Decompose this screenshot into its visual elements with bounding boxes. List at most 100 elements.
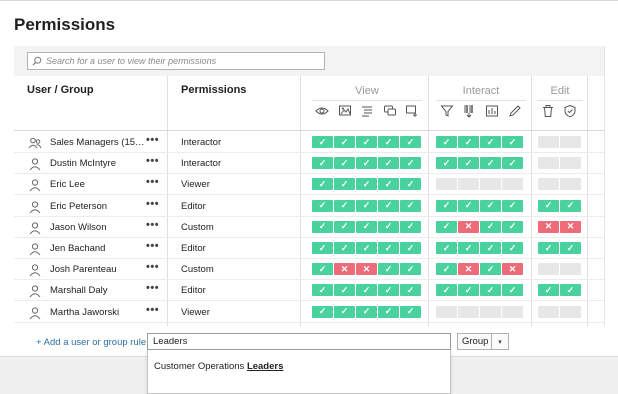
capability-cell-allow[interactable]: ✓ (312, 263, 333, 276)
capability-cell-allow[interactable]: ✓ (502, 284, 523, 297)
capability-cell-none[interactable] (458, 305, 479, 318)
role-select[interactable]: Viewer (181, 179, 210, 190)
table-row[interactable]: Jen Bachand ••• Editor ✓ ✓ ✓ ✓ ✓ ✓ ✓ ✓ ✓ ✓ ✓ (14, 238, 604, 259)
capability-cell-none[interactable] (480, 178, 501, 191)
chart-download-icon[interactable] (485, 104, 499, 118)
filter-icon[interactable] (440, 104, 454, 118)
capability-cell-deny[interactable]: ✕ (560, 220, 581, 233)
capability-cell-allow[interactable]: ✓ (502, 199, 523, 212)
role-select[interactable]: Editor (181, 285, 206, 296)
capability-cell-allow[interactable]: ✓ (400, 136, 421, 148)
capability-cell-none[interactable] (560, 157, 581, 170)
capability-cell-allow[interactable]: ✓ (480, 263, 501, 276)
capability-cell-allow[interactable]: ✓ (356, 220, 377, 233)
capability-cell-allow[interactable]: ✓ (334, 178, 355, 191)
more-actions-button[interactable]: ••• (146, 304, 159, 316)
capability-cell-allow[interactable]: ✓ (400, 305, 421, 318)
capability-cell-allow[interactable]: ✓ (436, 157, 457, 170)
capability-cell-allow[interactable]: ✓ (356, 157, 377, 170)
capability-cell-allow[interactable]: ✓ (356, 284, 377, 297)
suggestion-option[interactable]: Customer Operations Leaders (154, 361, 283, 372)
capability-cell-none[interactable] (560, 136, 581, 148)
capability-cell-allow[interactable]: ✓ (502, 157, 523, 170)
capability-cell-allow[interactable]: ✓ (400, 284, 421, 297)
capability-cell-allow[interactable]: ✓ (312, 284, 333, 297)
capability-cell-allow[interactable]: ✓ (378, 220, 399, 233)
capability-cell-allow[interactable]: ✓ (334, 242, 355, 254)
capability-cell-allow[interactable]: ✓ (312, 199, 333, 212)
rule-name-input[interactable]: Leaders (147, 333, 451, 350)
user-search-input[interactable]: Search for a user to view their permissi… (27, 52, 325, 70)
role-select[interactable]: Interactor (181, 158, 221, 169)
capability-cell-deny[interactable]: ✕ (538, 220, 559, 233)
capability-cell-none[interactable] (436, 305, 457, 318)
more-actions-button[interactable]: ••• (146, 155, 159, 167)
capability-cell-none[interactable] (538, 263, 559, 276)
shield-check-icon[interactable] (563, 104, 577, 118)
table-row[interactable]: Sales Managers (15… ••• Interactor ✓ ✓ ✓ ✓ ✓ ✓ ✓ ✓… (14, 132, 604, 153)
capability-cell-allow[interactable]: ✓ (436, 199, 457, 212)
capability-cell-allow[interactable]: ✓ (436, 242, 457, 254)
more-actions-button[interactable]: ••• (146, 261, 159, 273)
table-row[interactable]: Marshall Daly ••• Editor ✓ ✓ ✓ ✓ ✓ ✓ ✓ ✓ ✓ ✓ ✓ (14, 280, 604, 302)
capability-cell-allow[interactable]: ✓ (312, 157, 333, 170)
capability-cell-none[interactable] (538, 305, 559, 318)
capability-cell-allow[interactable]: ✓ (334, 220, 355, 233)
capability-cell-allow[interactable]: ✓ (312, 220, 333, 233)
comment-icon[interactable] (383, 104, 397, 118)
table-row[interactable]: Jason Wilson ••• Custom ✓ ✓ ✓ ✓ ✓ ✓ ✕ ✓ ✓ ✕ ✕ (14, 217, 604, 238)
capability-cell-allow[interactable]: ✓ (356, 242, 377, 254)
capability-cell-allow[interactable]: ✓ (378, 136, 399, 148)
capability-cell-none[interactable] (502, 305, 523, 318)
capability-cell-allow[interactable]: ✓ (480, 242, 501, 254)
capability-cell-allow[interactable]: ✓ (480, 199, 501, 212)
capability-cell-allow[interactable]: ✓ (334, 284, 355, 297)
capability-cell-none[interactable] (538, 157, 559, 170)
capability-cell-none[interactable] (560, 263, 581, 276)
barcode-icon[interactable] (462, 104, 476, 118)
capability-cell-allow[interactable]: ✓ (436, 220, 457, 233)
capability-cell-allow[interactable]: ✓ (560, 284, 581, 297)
capability-cell-deny[interactable]: ✕ (458, 220, 479, 233)
capability-cell-allow[interactable]: ✓ (312, 136, 333, 148)
capability-cell-allow[interactable]: ✓ (356, 305, 377, 318)
more-actions-button[interactable]: ••• (146, 134, 159, 146)
capability-cell-none[interactable] (560, 305, 581, 318)
capability-cell-allow[interactable]: ✓ (312, 178, 333, 191)
capability-cell-none[interactable] (480, 305, 501, 318)
capability-cell-deny[interactable]: ✕ (356, 263, 377, 276)
pencil-icon[interactable] (508, 104, 522, 118)
capability-cell-allow[interactable]: ✓ (312, 305, 333, 318)
capability-cell-allow[interactable]: ✓ (538, 242, 559, 254)
capability-cell-allow[interactable]: ✓ (378, 199, 399, 212)
role-select[interactable]: Custom (181, 222, 214, 233)
capability-cell-allow[interactable]: ✓ (356, 178, 377, 191)
more-actions-button[interactable]: ••• (146, 198, 159, 210)
capability-cell-allow[interactable]: ✓ (378, 242, 399, 254)
capability-cell-allow[interactable]: ✓ (400, 220, 421, 233)
capability-cell-allow[interactable]: ✓ (400, 178, 421, 191)
capability-cell-allow[interactable]: ✓ (436, 284, 457, 297)
capability-cell-allow[interactable]: ✓ (400, 157, 421, 170)
capability-cell-allow[interactable]: ✓ (458, 284, 479, 297)
capability-cell-none[interactable] (538, 178, 559, 191)
table-row[interactable]: Eric Lee ••• Viewer ✓ ✓ ✓ ✓ ✓ (14, 174, 604, 196)
capability-cell-allow[interactable]: ✓ (356, 136, 377, 148)
rule-type-caret[interactable]: ▾ (492, 333, 509, 350)
trash-icon[interactable] (541, 104, 555, 118)
capability-cell-allow[interactable]: ✓ (356, 199, 377, 212)
more-actions-button[interactable]: ••• (146, 176, 159, 188)
rule-type-select[interactable]: Group (457, 333, 492, 350)
capability-cell-allow[interactable]: ✓ (334, 136, 355, 148)
capability-cell-allow[interactable]: ✓ (436, 136, 457, 148)
more-actions-button[interactable]: ••• (146, 282, 159, 294)
role-select[interactable]: Interactor (181, 137, 221, 148)
capability-cell-none[interactable] (538, 136, 559, 148)
capability-cell-allow[interactable]: ✓ (436, 263, 457, 276)
capability-cell-none[interactable] (436, 178, 457, 191)
capability-cell-allow[interactable]: ✓ (378, 284, 399, 297)
list-icon[interactable] (360, 104, 374, 118)
capability-cell-allow[interactable]: ✓ (538, 284, 559, 297)
capability-cell-allow[interactable]: ✓ (400, 199, 421, 212)
subscribe-icon[interactable] (405, 104, 419, 118)
